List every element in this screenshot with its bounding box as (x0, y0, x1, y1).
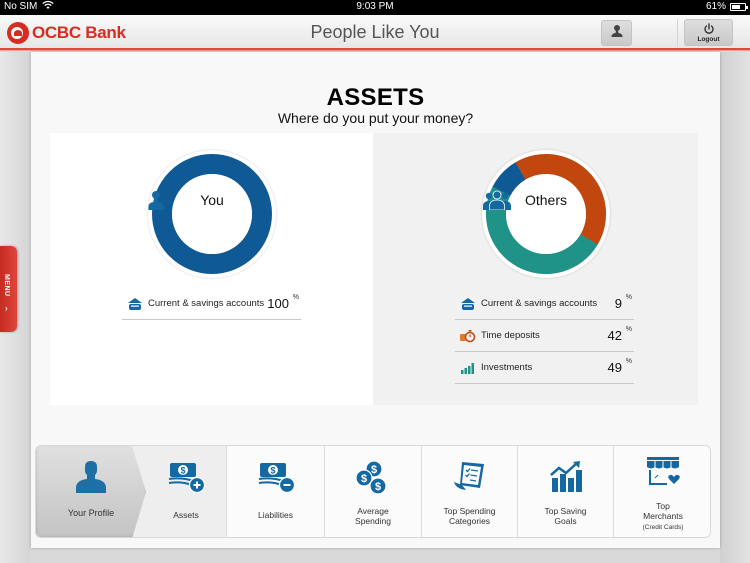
logout-label: Logout (697, 36, 720, 43)
tab-label-line1: Top Spending (443, 506, 496, 516)
svg-text:$: $ (375, 481, 381, 493)
tab-assets[interactable]: $ Assets (132, 446, 227, 537)
piggy-bank-icon (127, 297, 143, 311)
tab-label-line2: Merchants (643, 511, 683, 521)
content-card: ASSETS Where do you put your money? You … (31, 52, 720, 548)
bar-chart-icon (460, 361, 476, 375)
svg-text:$: $ (371, 464, 377, 476)
tab-label: Liabilities (258, 510, 293, 520)
logout-button[interactable]: Logout (684, 19, 733, 46)
you-donut-chart: You (148, 150, 276, 278)
donut-hole (506, 174, 586, 254)
clock: 9:03 PM (356, 1, 394, 12)
person-icon (611, 24, 623, 43)
tab-label-line2: Goals (554, 516, 577, 526)
nav-divider (677, 19, 678, 47)
nav-bar: OCBC Bank People Like You Logout (0, 15, 750, 50)
tab-liabilities[interactable]: $ Liabilities (227, 446, 325, 537)
you-donut-center: You (148, 190, 276, 210)
tab-label: Your Profile (67, 508, 115, 518)
tab-label: Top Spending Categories (422, 506, 517, 526)
tab-label: Top Saving Goals (518, 506, 613, 526)
battery-percent: 61% (705, 1, 726, 12)
piggy-bank-icon (460, 297, 476, 311)
menu-label: MENU (3, 274, 10, 297)
tab-label: Assets (173, 510, 199, 520)
right-gutter (720, 52, 750, 563)
tab-label-line2: Categories (448, 516, 491, 526)
others-panel: Others Current & savings accounts 9 % Ti… (373, 133, 698, 405)
legend-unit: % (625, 358, 632, 365)
tab-label-line1: Top Saving (544, 506, 587, 516)
you-legend: Current & savings accounts 100 % (122, 288, 301, 320)
you-panel: You Current & savings accounts 100 % (50, 133, 373, 405)
others-donut-chart: Others (482, 150, 610, 278)
status-bar: No SIM 9:03 PM 61% (0, 0, 750, 15)
svg-text:$: $ (361, 473, 367, 485)
legend-value: 100 (267, 296, 289, 311)
stopwatch-coins-icon (460, 329, 476, 343)
chevron-right-icon: › (5, 304, 8, 313)
tab-your-profile[interactable]: Your Profile (36, 446, 146, 537)
profile-button[interactable] (601, 20, 632, 46)
legend-label: Time deposits (481, 330, 540, 341)
tab-label-note: (Credit Cards) (642, 524, 684, 531)
legend-row: Investments 49 % (455, 352, 634, 384)
others-legend: Current & savings accounts 9 % Time depo… (455, 288, 634, 384)
person-icon (36, 460, 146, 494)
svg-text:$: $ (180, 466, 185, 476)
bottom-tab-bar: $ Assets Your Profile $ Liabilities $ $ $ … (35, 445, 711, 538)
coins-icon: $ $ $ (325, 460, 421, 495)
money-plus-icon: $ (146, 460, 226, 494)
you-donut-svg (152, 154, 272, 274)
battery-icon (730, 3, 748, 11)
tab-label-line2: Spending (355, 516, 391, 526)
others-donut-center: Others (482, 190, 610, 210)
storefront-icon (614, 456, 710, 490)
tab-label-line1: Average (357, 506, 389, 516)
receipt-icon (422, 460, 517, 494)
tab-label: Average Spending (325, 506, 421, 526)
legend-value: 42 (607, 328, 622, 343)
legend-value: 49 (607, 360, 622, 375)
tab-label: Top Merchants (Credit Cards) (614, 501, 710, 533)
legend-label: Current & savings accounts (148, 298, 265, 309)
legend-row: Current & savings accounts 9 % (455, 288, 634, 320)
donut-hole (172, 174, 252, 254)
side-menu-tab[interactable]: MENU › (0, 246, 17, 332)
section-subheading: Where do you put your money? (277, 110, 474, 126)
section-heading: ASSETS (326, 84, 425, 111)
legend-row: Current & savings accounts 100 % (122, 288, 301, 320)
legend-row: Time deposits 42 % (455, 320, 634, 352)
page-title: People Like You (310, 22, 440, 42)
tab-top-saving-goals[interactable]: Top Saving Goals (518, 446, 614, 537)
tab-top-merchants[interactable]: Top Merchants (Credit Cards) (614, 446, 710, 537)
tab-top-spending-categories[interactable]: Top Spending Categories (422, 446, 518, 537)
legend-value: 9 (614, 296, 622, 311)
tab-label-line1: Top (656, 501, 670, 511)
legend-unit: % (625, 294, 632, 301)
others-donut-svg (485, 153, 607, 275)
money-minus-icon: $ (227, 460, 324, 494)
legend-unit: % (625, 326, 632, 333)
legend-unit: % (292, 294, 299, 301)
legend-label: Investments (481, 362, 533, 373)
legend-label: Current & savings accounts (481, 298, 598, 309)
svg-text:$: $ (270, 466, 275, 476)
you-label: You (200, 192, 224, 208)
growth-chart-icon (518, 460, 613, 494)
tab-average-spending[interactable]: $ $ $ Average Spending (325, 446, 422, 537)
